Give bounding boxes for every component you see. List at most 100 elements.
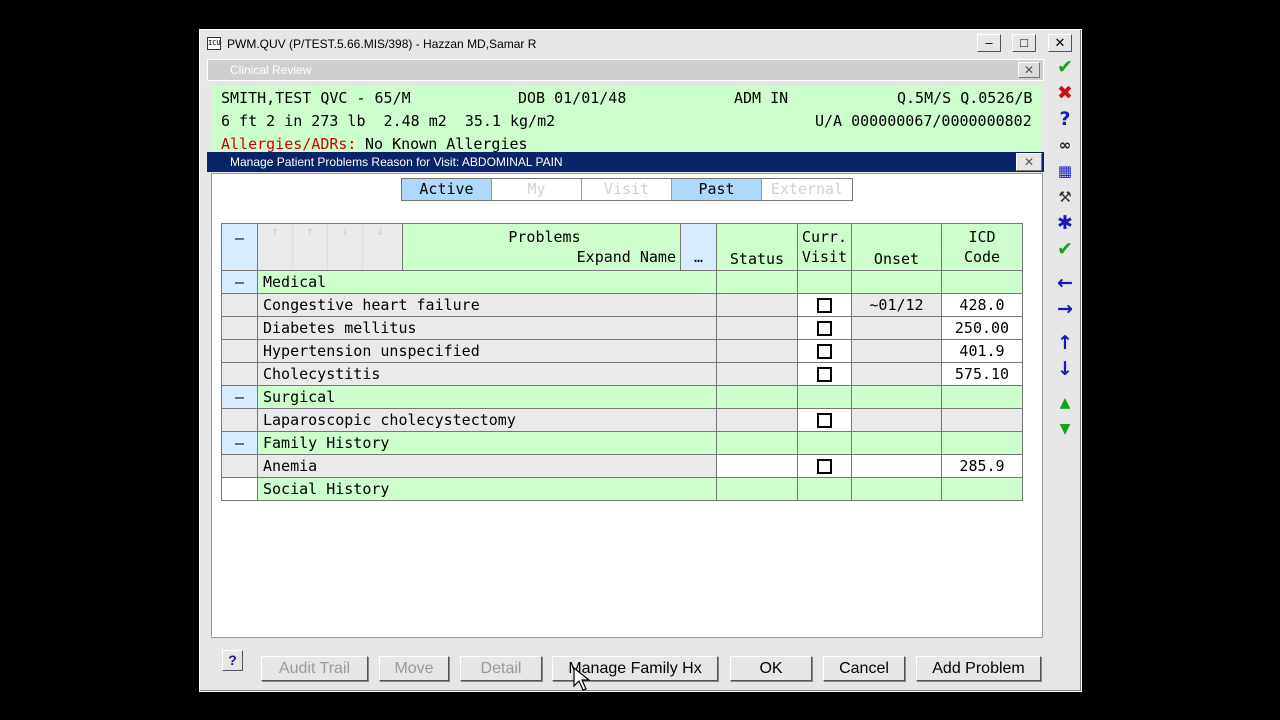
allergy-value: No Known Allergies (365, 135, 528, 152)
clinical-review-title: Clinical Review (230, 63, 312, 77)
triangle-down-icon[interactable]: ▼ (1050, 417, 1080, 441)
arrow-down-icon[interactable]: ↓ (1050, 357, 1080, 381)
ellipsis-button[interactable]: … (680, 223, 717, 271)
maximize-button[interactable]: □ (1012, 34, 1036, 52)
move-up-icon[interactable]: ↑ (293, 224, 328, 270)
curr-visit-checkbox[interactable] (817, 413, 832, 428)
status-header: Status (716, 223, 798, 271)
collapse-all-toggle[interactable]: – (221, 223, 258, 271)
problem-status[interactable] (716, 339, 798, 363)
problem-status[interactable] (716, 408, 798, 432)
problem-status[interactable] (716, 293, 798, 317)
problem-icd: 401.9 (941, 339, 1023, 363)
curr-visit-checkbox[interactable] (817, 367, 832, 382)
problem-name: Laparoscopic cholecystectomy (257, 408, 717, 432)
curr-label: Curr. (801, 228, 848, 246)
group-label: Social History (257, 477, 717, 501)
curr-visit-checkbox[interactable] (817, 344, 832, 359)
cross-icon[interactable]: ✖ (1050, 81, 1080, 105)
problem-name: Cholecystitis (257, 362, 717, 386)
help-icon[interactable]: ? (1050, 107, 1080, 131)
ok-button[interactable]: OK (730, 656, 812, 681)
move-down-icon[interactable]: ↓ (328, 224, 363, 270)
problems-header[interactable]: Problems Expand Name (402, 223, 681, 271)
curr-visit-checkbox[interactable] (817, 321, 832, 336)
help-button[interactable]: ? (222, 650, 243, 671)
group-toggle[interactable]: – (221, 270, 258, 294)
problem-row[interactable]: Congestive heart failure ~01/12 428.0 (221, 293, 1023, 317)
problem-row[interactable]: Laparoscopic cholecystectomy (221, 408, 1023, 432)
curr-visit-header: Curr. Visit (797, 223, 852, 271)
close-button[interactable]: ✕ (1048, 34, 1072, 52)
curr-visit-checkbox[interactable] (817, 298, 832, 313)
audit-trail-button[interactable]: Audit Trail (261, 656, 368, 681)
group-row-medical[interactable]: – Medical (221, 270, 1023, 294)
move-button[interactable]: Move (379, 656, 449, 681)
cancel-button[interactable]: Cancel (823, 656, 905, 681)
visit-label: Visit (801, 248, 848, 266)
tab-external[interactable]: External (762, 179, 852, 200)
triangle-up-icon[interactable]: ▲ (1050, 391, 1080, 415)
arrow-up-icon[interactable]: ↑ (1050, 331, 1080, 355)
problem-row[interactable]: Diabetes mellitus 250.00 (221, 316, 1023, 340)
minimize-button[interactable]: – (977, 34, 1001, 52)
tab-active[interactable]: Active (402, 179, 492, 200)
check-icon[interactable]: ✔ (1050, 55, 1080, 79)
patient-status: ADM IN (734, 89, 789, 107)
problem-status[interactable] (716, 316, 798, 340)
arrow-right-icon[interactable]: → (1050, 297, 1080, 321)
group-label: Surgical (257, 385, 717, 409)
problem-status[interactable] (716, 362, 798, 386)
problem-name: Congestive heart failure (257, 293, 717, 317)
problem-row[interactable]: Hypertension unspecified 401.9 (221, 339, 1023, 363)
problem-onset (851, 316, 942, 340)
curr-visit-checkbox[interactable] (817, 459, 832, 474)
move-arrows: ↑ ↑ ↓ ↓ (257, 223, 403, 271)
problem-name: Anemia (257, 454, 717, 478)
window-titlebar: ICU PWM.QUV (P/TEST.5.66.MIS/398) - Hazz… (203, 33, 1048, 55)
icd-label: ICD (968, 228, 996, 246)
problem-row[interactable]: Anemia 285.9 (221, 454, 1023, 478)
check-all-icon[interactable]: ✔ (1050, 237, 1080, 261)
move-down-icon[interactable]: ↓ (363, 225, 398, 270)
problem-row[interactable]: Cholecystitis 575.10 (221, 362, 1023, 386)
allergy-label: Allergies/ADRs: (221, 135, 357, 152)
add-problem-button[interactable]: Add Problem (916, 656, 1041, 681)
problem-icd: 428.0 (941, 293, 1023, 317)
group-toggle[interactable] (221, 477, 258, 501)
asterisk-icon[interactable]: ✱ (1050, 211, 1080, 235)
problem-icd: 575.10 (941, 362, 1023, 386)
manage-problems-panel: Active My Visit Past External – ↑ ↑ ↓ ↓ Pro… (211, 173, 1043, 638)
grid-edit-icon[interactable]: ▦ (1050, 159, 1080, 183)
grid-header-row: – ↑ ↑ ↓ ↓ Problems Expand Name … Status Cur… (221, 223, 1023, 271)
binoculars-icon[interactable]: ∞ (1050, 133, 1080, 157)
manage-problems-close-button[interactable]: ✕ (1016, 153, 1042, 171)
tab-visit[interactable]: Visit (582, 179, 672, 200)
group-row-surgical[interactable]: – Surgical (221, 385, 1023, 409)
app-icon: ICU (207, 37, 221, 50)
group-toggle[interactable]: – (221, 431, 258, 455)
group-label: Medical (257, 270, 717, 294)
patient-dob: DOB 01/01/48 (518, 89, 627, 107)
problem-status[interactable] (716, 454, 798, 478)
problems-header-label: Problems (508, 228, 581, 246)
problem-name: Hypertension unspecified (257, 339, 717, 363)
detail-button[interactable]: Detail (460, 656, 542, 681)
problem-onset (851, 362, 942, 386)
problem-icd (941, 408, 1023, 432)
problems-grid: – ↑ ↑ ↓ ↓ Problems Expand Name … Status Cur… (221, 223, 1023, 501)
tools-icon[interactable]: ⚒ (1050, 185, 1080, 209)
patient-room: Q.5M/S Q.0526/B (897, 89, 1033, 107)
group-row-family-history[interactable]: – Family History (221, 431, 1023, 455)
group-row-social-history[interactable]: Social History (221, 477, 1023, 501)
main-window: ICU PWM.QUV (P/TEST.5.66.MIS/398) - Hazz… (199, 29, 1082, 692)
code-label: Code (963, 248, 1001, 266)
arrow-left-icon[interactable]: ← (1050, 271, 1080, 295)
tab-my[interactable]: My (492, 179, 582, 200)
manage-problems-titlebar: Manage Patient Problems Reason for Visit… (207, 152, 1044, 172)
expand-name-label: Expand Name (576, 248, 676, 266)
clinical-review-close-button[interactable]: ✕ (1018, 62, 1040, 78)
group-toggle[interactable]: – (221, 385, 258, 409)
move-up-icon[interactable]: ↑ (259, 224, 293, 270)
tab-past[interactable]: Past (672, 179, 762, 200)
